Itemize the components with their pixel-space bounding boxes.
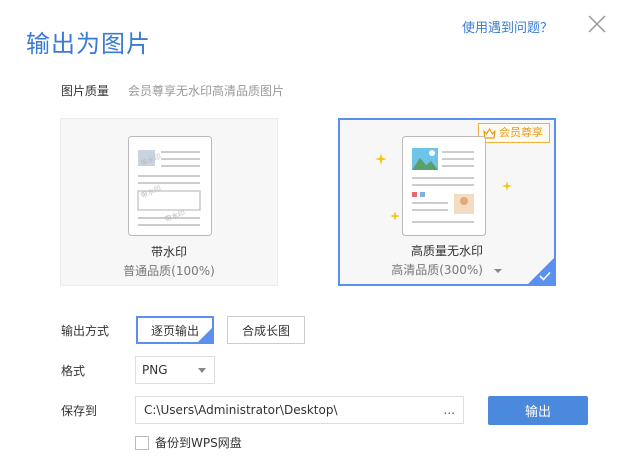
quality-label: 图片质量 bbox=[61, 84, 110, 98]
sparkle-icon bbox=[502, 181, 512, 191]
output-mode-long-image-label: 合成长图 bbox=[241, 323, 290, 338]
save-to-label: 保存到 bbox=[61, 404, 98, 418]
output-mode-long-image[interactable]: 合成长图 bbox=[227, 316, 305, 344]
format-label: 格式 bbox=[61, 364, 86, 378]
output-mode-per-page-label: 逐页输出 bbox=[150, 323, 199, 338]
format-select[interactable]: PNG bbox=[135, 356, 215, 384]
quality-description: 会员尊享无水印高清品质图片 bbox=[128, 84, 285, 98]
export-button[interactable]: 输出 bbox=[488, 396, 588, 425]
dialog-title: 输出为图片 bbox=[26, 30, 151, 58]
format-value: PNG bbox=[142, 363, 168, 377]
help-link[interactable]: 使用遇到问题？ bbox=[462, 17, 553, 36]
vip-badge-label: 会员尊享 bbox=[499, 126, 543, 139]
browse-button[interactable]: ... bbox=[444, 397, 455, 423]
backup-label: 备份到WPS网盘 bbox=[155, 436, 242, 450]
chevron-down-icon bbox=[198, 368, 206, 373]
watermark-doc-icon: 带水印 带水印 带水印 bbox=[128, 136, 212, 236]
chevron-down-icon bbox=[493, 268, 502, 273]
sparkle-icon bbox=[375, 153, 387, 165]
quality-option-name: 高质量无水印 bbox=[410, 244, 483, 258]
quality-option-watermark[interactable]: 带水印 带水印 带水印 带水印 普通品质(100%) bbox=[60, 118, 278, 286]
vip-badge: 会员尊享 bbox=[478, 123, 550, 143]
save-path-value: C:\Users\Administrator\Desktop\ bbox=[144, 403, 338, 417]
backup-checkbox[interactable] bbox=[135, 435, 149, 450]
quality-option-sub-text: 高清品质(300%) bbox=[391, 263, 483, 277]
save-path-input[interactable]: C:\Users\Administrator\Desktop\ ... bbox=[135, 396, 464, 424]
output-mode-per-page[interactable]: 逐页输出 bbox=[136, 316, 214, 344]
sparkle-icon bbox=[390, 211, 400, 221]
quality-option-hq[interactable]: 会员尊享 高质量无水印 高清品质(300%) bbox=[338, 118, 556, 286]
quality-option-sub[interactable]: 高清品质(300%) bbox=[340, 261, 554, 278]
selected-corner bbox=[198, 328, 212, 342]
close-button[interactable] bbox=[585, 12, 609, 36]
close-icon bbox=[588, 15, 606, 33]
backup-option[interactable]: 备份到WPS网盘 bbox=[135, 434, 242, 451]
quality-option-name: 带水印 bbox=[150, 245, 187, 259]
output-mode-label: 输出方式 bbox=[61, 324, 110, 338]
check-icon bbox=[539, 271, 551, 281]
hq-doc-icon bbox=[402, 136, 486, 236]
quality-option-sub: 普通品质(100%) bbox=[123, 264, 215, 278]
